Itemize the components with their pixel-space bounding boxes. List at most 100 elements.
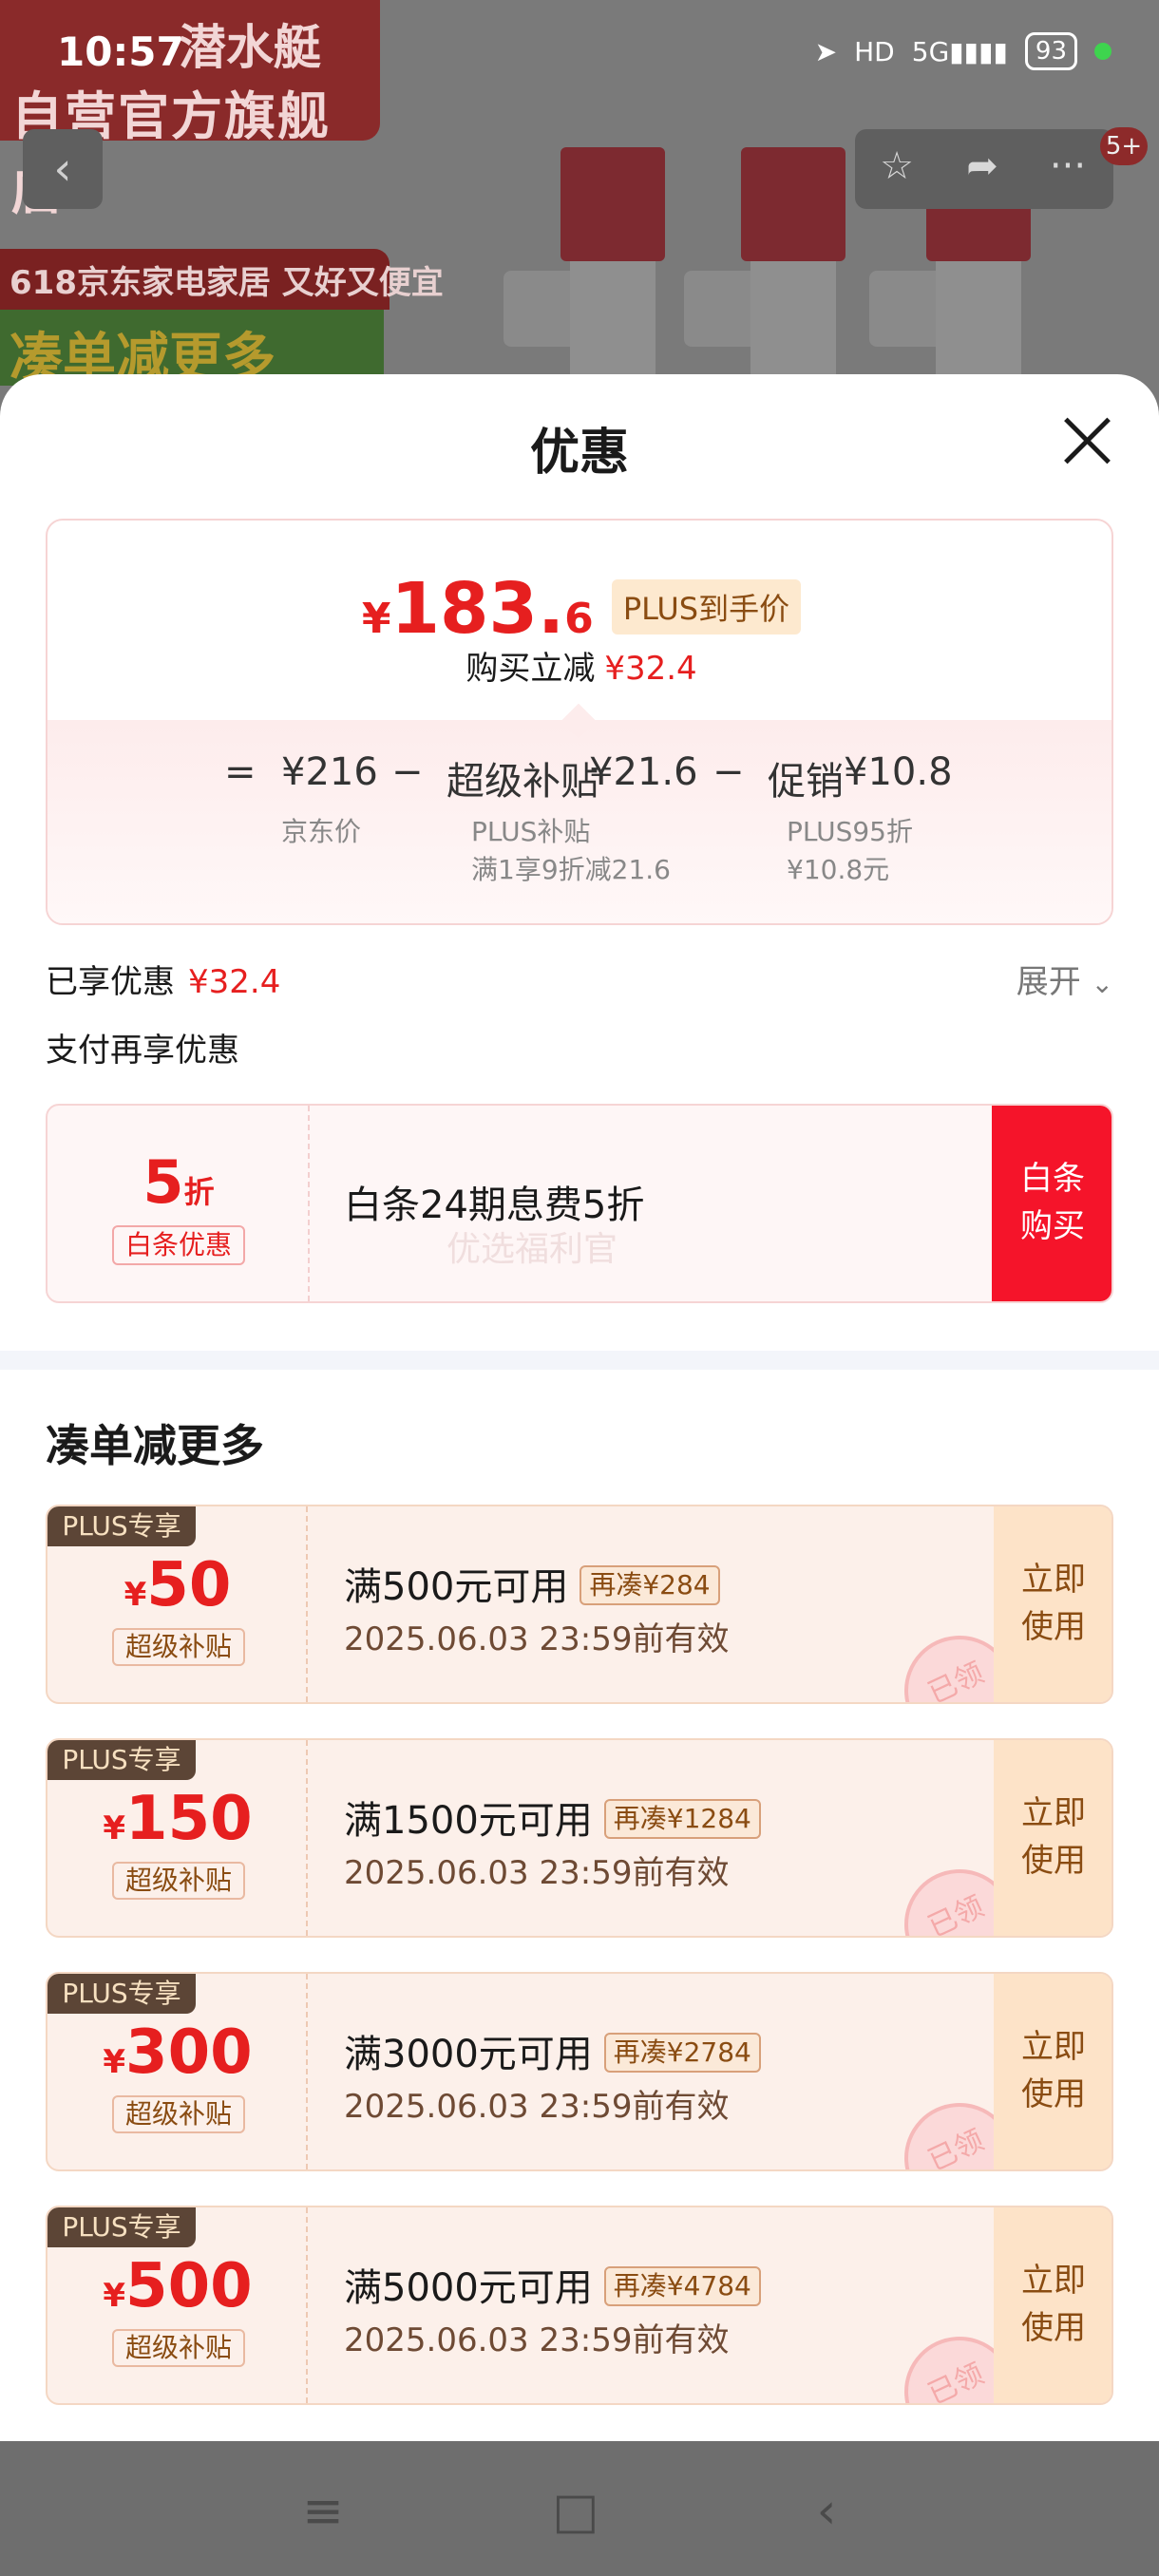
more-icon[interactable]: ··· xyxy=(1039,144,1096,194)
signal-icon: 5G▮▮▮▮ xyxy=(911,35,1008,67)
coupon-left: PLUS专享 ¥500 超级补贴 xyxy=(48,2207,308,2403)
nav-back-icon[interactable]: ‹ xyxy=(788,2473,864,2549)
plus-exclusive-badge: PLUS专享 xyxy=(48,1740,196,1780)
formula-minus: − xyxy=(391,750,424,794)
cart-count-badge: 5+ xyxy=(1100,127,1148,165)
formula-equals: = xyxy=(224,750,256,794)
privacy-dot xyxy=(1094,43,1112,60)
location-icon: ➤ xyxy=(814,35,838,67)
coupon-condition: 满1500元可用 再凑¥1284 xyxy=(344,1790,761,1845)
discount-sheet: 优惠 ¥183.6 PLUS到手价 购买立减 ¥32.4 = ¥216 − 超级补… xyxy=(0,374,1159,2441)
coupon-condition: 满3000元可用 再凑¥2784 xyxy=(344,2023,761,2078)
formula-promo-value: ¥10.8 xyxy=(844,750,953,794)
coupon-card: PLUS专享 ¥300 超级补贴 满3000元可用 再凑¥2784 2025.06… xyxy=(46,1972,1113,2171)
coupon-tag: 超级补贴 xyxy=(112,2095,245,2133)
expand-toggle[interactable]: 展开 ⌄ xyxy=(1016,956,1113,1002)
pay-more-title: 支付再享优惠 xyxy=(46,1032,239,1070)
coupon-more-needed: 再凑¥2784 xyxy=(603,2033,761,2073)
price-currency: ¥ xyxy=(361,595,391,643)
plus-exclusive-badge: PLUS专享 xyxy=(48,1506,196,1546)
coupon-condition: 满5000元可用 再凑¥4784 xyxy=(344,2257,761,2312)
price-card: ¥183.6 PLUS到手价 购买立减 ¥32.4 = ¥216 − 超级补贴 ¥… xyxy=(46,519,1113,925)
system-nav-bar: ≡ □ ‹ xyxy=(0,2441,1159,2576)
back-icon[interactable]: ‹ xyxy=(23,129,103,209)
promo-note-detail: ¥10.8元 xyxy=(787,854,890,885)
coupon-left: PLUS专享 ¥300 超级补贴 xyxy=(48,1974,308,2169)
enjoyed-value: ¥32.4 xyxy=(188,963,281,1001)
instant-save-label: 购买立减 xyxy=(466,650,596,688)
baitiao-buy-button[interactable]: 白条 购买 xyxy=(992,1106,1112,1301)
enjoyed-discount: 已享优惠 ¥32.4 xyxy=(46,956,280,1002)
baitiao-discount-number: 5 xyxy=(142,1147,184,1217)
close-icon[interactable] xyxy=(1054,408,1121,475)
jd-price-label: 京东价 xyxy=(281,816,362,847)
coupon-amount: ¥500 xyxy=(103,2251,253,2321)
formula-subsidy-label: 超级补贴 xyxy=(446,760,598,804)
sheet-title: 优惠 xyxy=(529,425,629,482)
coupon-validity: 2025.06.03 23:59前有效 xyxy=(344,1620,730,1658)
coupon-tag: 超级补贴 xyxy=(112,1862,245,1900)
promo-618-badge: 618京东家电家居 又好又便宜 xyxy=(0,249,444,310)
coupon-tag: 超级补贴 xyxy=(112,2329,245,2367)
coupon-more-needed: 再凑¥1284 xyxy=(603,1799,761,1839)
use-now-button[interactable]: 立即 使用 xyxy=(994,1974,1112,2169)
formula-promo-label: 促销 xyxy=(768,760,844,804)
subsidy-note-detail: 满1享9折减21.6 xyxy=(471,854,671,885)
share-icon[interactable]: ➦ xyxy=(954,144,1011,194)
coupon-validity: 2025.06.03 23:59前有效 xyxy=(344,2088,730,2126)
hd-indicator: HD xyxy=(854,35,895,67)
baitiao-watermark: 优选福利官 xyxy=(446,1230,618,1269)
baitiao-discount-unit: 折 xyxy=(183,1174,215,1210)
status-bar: 10:57 ➤ HD 5G▮▮▮▮ 93 xyxy=(0,0,1159,110)
baitiao-tag: 白条优惠 xyxy=(112,1225,245,1265)
price-decimal: 6 xyxy=(564,595,594,643)
baitiao-button-line1: 白条 xyxy=(1020,1160,1085,1198)
chevron-down-icon: ⌄ xyxy=(1091,968,1113,999)
coupon-left: PLUS专享 ¥50 超级补贴 xyxy=(48,1506,308,1702)
plus-exclusive-badge: PLUS专享 xyxy=(48,1974,196,2014)
formula-minus: − xyxy=(712,750,745,794)
coupon-more-needed: 再凑¥4784 xyxy=(603,2266,761,2306)
plus-exclusive-badge: PLUS专享 xyxy=(48,2207,196,2247)
promo-note: PLUS95折 xyxy=(787,816,913,847)
baitiao-left: 5折 白条优惠 xyxy=(48,1106,310,1301)
baitiao-button-line2: 购买 xyxy=(1020,1207,1085,1245)
coupon-amount: ¥300 xyxy=(103,2017,253,2088)
use-now-button[interactable]: 立即 使用 xyxy=(994,2207,1112,2403)
coupon-tag: 超级补贴 xyxy=(112,1628,245,1666)
product-image xyxy=(504,147,674,394)
baitiao-discount: 5折 xyxy=(48,1147,310,1217)
coupon-more-needed: 再凑¥284 xyxy=(580,1565,720,1605)
formula-subsidy-value: ¥21.6 xyxy=(589,750,698,794)
coupon-validity: 2025.06.03 23:59前有效 xyxy=(344,2321,730,2359)
battery-indicator: 93 xyxy=(1024,32,1077,70)
status-time: 10:57 xyxy=(57,28,184,75)
menu-icon[interactable]: ≡ xyxy=(285,2473,361,2549)
baitiao-card: 5折 白条优惠 白条24期息费5折 优选福利官 白条 购买 xyxy=(46,1104,1113,1303)
price-integer: 183. xyxy=(390,568,565,650)
status-icons: ➤ HD 5G▮▮▮▮ 93 xyxy=(815,32,1112,70)
star-icon[interactable]: ☆ xyxy=(868,144,925,194)
section-divider xyxy=(0,1351,1159,1370)
home-icon[interactable]: □ xyxy=(538,2473,614,2549)
enjoyed-label: 已享优惠 xyxy=(46,963,175,1001)
more-section-title: 凑单减更多 xyxy=(46,1420,264,1471)
coupon-card: PLUS专享 ¥150 超级补贴 满1500元可用 再凑¥1284 2025.06… xyxy=(46,1738,1113,1938)
expand-label: 展开 xyxy=(1016,963,1081,1001)
use-now-button[interactable]: 立即 使用 xyxy=(994,1740,1112,1936)
instant-save-value: ¥32.4 xyxy=(604,650,697,688)
coupon-left: PLUS专享 ¥150 超级补贴 xyxy=(48,1740,308,1936)
coupon-validity: 2025.06.03 23:59前有效 xyxy=(344,1854,730,1892)
coupon-card: PLUS专享 ¥50 超级补贴 满500元可用 再凑¥284 2025.06.03… xyxy=(46,1505,1113,1704)
coupon-card: PLUS专享 ¥500 超级补贴 满5000元可用 再凑¥4784 2025.06… xyxy=(46,2206,1113,2405)
final-price: ¥183.6 PLUS到手价 xyxy=(48,568,1112,650)
formula-jd-price: ¥216 xyxy=(281,750,378,794)
use-now-button[interactable]: 立即 使用 xyxy=(994,1506,1112,1702)
top-actions: ☆ ➦ ··· xyxy=(855,129,1113,209)
product-image xyxy=(684,147,855,394)
instant-save: 购买立减 ¥32.4 xyxy=(48,642,1112,689)
coupon-amount: ¥150 xyxy=(103,1784,253,1854)
coupon-condition: 满500元可用 再凑¥284 xyxy=(344,1556,720,1611)
coupon-amount: ¥50 xyxy=(124,1550,232,1620)
subsidy-note: PLUS补贴 xyxy=(471,816,591,847)
